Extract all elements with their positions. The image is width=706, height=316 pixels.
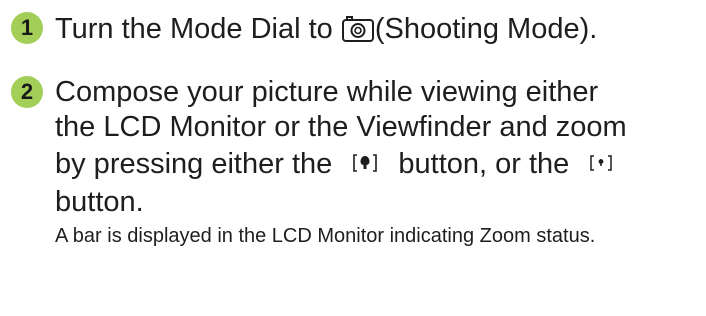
step-2-note-text: A bar is displayed in the LCD Monitor in… — [55, 225, 596, 247]
step-number-badge: 2 — [11, 76, 43, 108]
step-1-text-after: (Shooting Mode). — [374, 13, 598, 45]
step-2-line-3: by pressing either the button, or the — [55, 147, 655, 185]
step-number-badge: 1 — [11, 12, 43, 44]
step-2-note: A bar is displayed in the LCD Monitor in… — [55, 224, 655, 249]
step-2-line-2: the LCD Monitor or the Viewfinder and zo… — [55, 111, 627, 143]
wide-angle-zoom-icon — [589, 153, 613, 173]
step-2-line-1: Compose your picture while viewing eithe… — [55, 76, 599, 108]
step-2-line-4: button. — [55, 186, 144, 218]
telephoto-zoom-icon — [352, 152, 378, 174]
step-2-line-3-part-1: by pressing either the — [55, 148, 333, 180]
step-1-instruction: Turn the Mode Dial to (Shooting Mode). — [55, 11, 597, 47]
camera-shooting-mode-icon — [341, 13, 375, 43]
step-2-line-3-part-2: button, or the — [398, 148, 570, 180]
step-1-text-before: Turn the Mode Dial to — [55, 13, 333, 45]
step-2-instruction: Compose your picture while viewing eithe… — [55, 75, 655, 249]
